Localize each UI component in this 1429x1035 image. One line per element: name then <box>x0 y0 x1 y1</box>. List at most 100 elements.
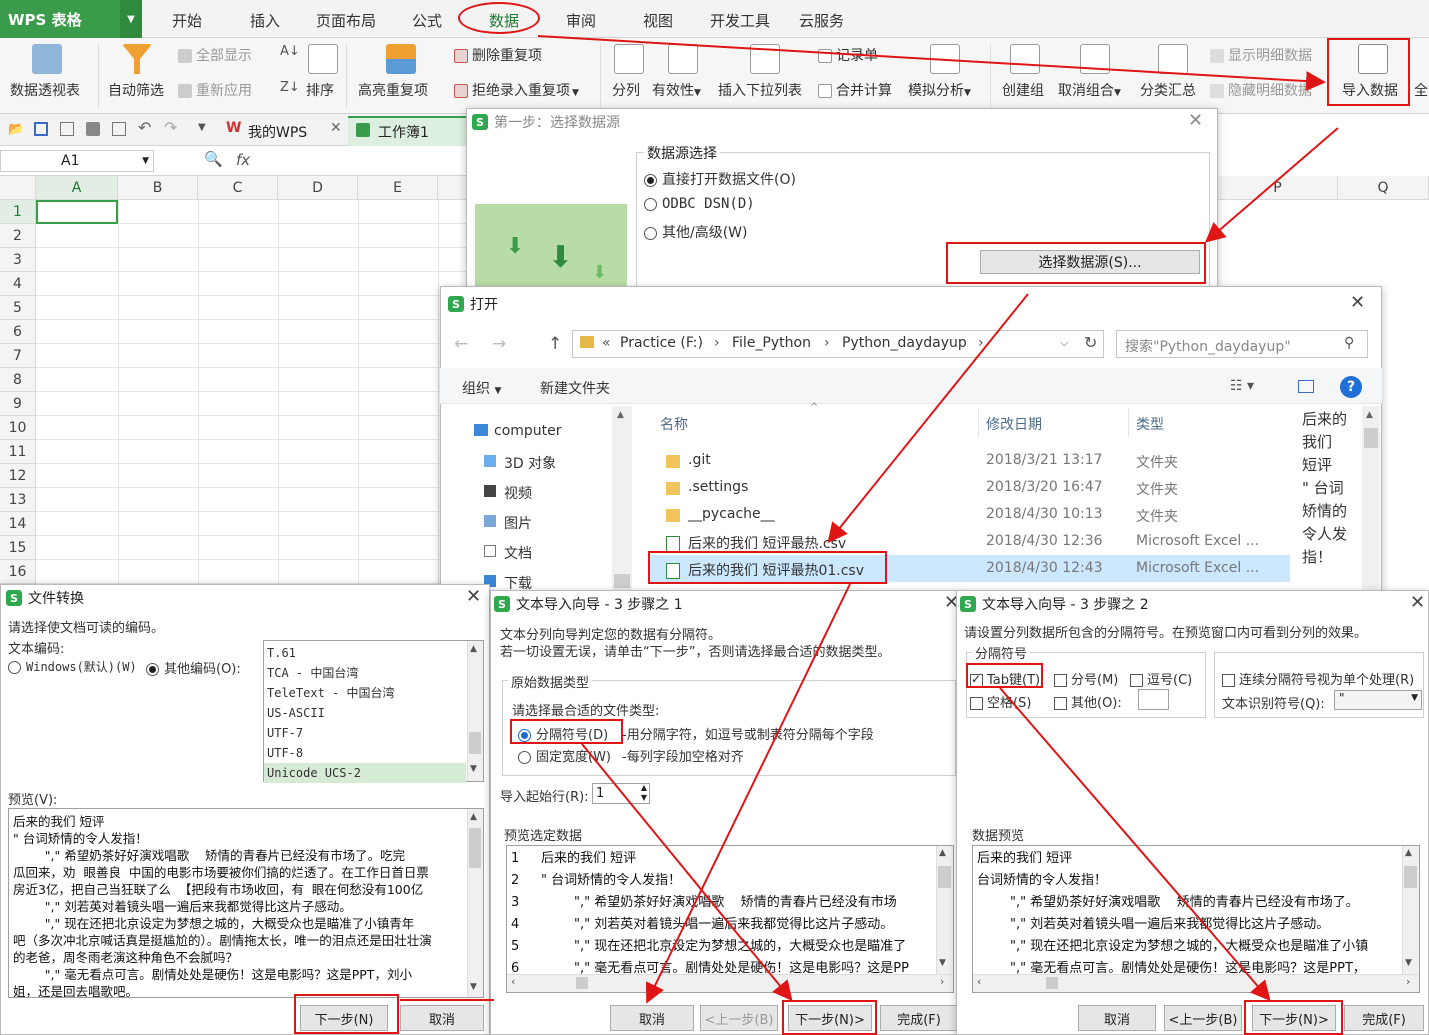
column-header-a[interactable]: A <box>36 176 118 200</box>
scroll-down-icon[interactable]: ▼ <box>939 958 946 968</box>
nav-computer[interactable]: computer <box>494 423 562 439</box>
encoding-option[interactable]: Unicode UCS-2 <box>264 763 466 783</box>
row-header[interactable]: 6 <box>0 320 36 344</box>
scroll-up-icon[interactable]: ▲ <box>939 848 946 858</box>
column-header-e[interactable]: E <box>358 176 438 200</box>
scroll-down-icon[interactable]: ▼ <box>470 982 477 992</box>
row-header[interactable]: 16 <box>0 560 36 584</box>
space-checkbox[interactable]: 空格(S) <box>970 692 1031 711</box>
validity-button[interactable]: 有效性▼ <box>652 80 701 100</box>
delete-duplicates-button[interactable]: 删除重复项 <box>454 45 542 65</box>
tab-formula[interactable]: 公式 <box>412 10 442 31</box>
encoding-option[interactable]: TeleText - 中国台湾 <box>264 683 466 703</box>
tab-insert[interactable]: 插入 <box>250 10 280 31</box>
consecutive-checkbox[interactable]: 连续分隔符号视为单个处理(R) <box>1222 669 1414 688</box>
wizard1-preview-hscroll[interactable] <box>507 974 953 992</box>
new-folder-button[interactable]: 新建文件夹 <box>540 378 610 398</box>
hide-detail-button[interactable]: 隐藏明细数据 <box>1210 80 1312 100</box>
sheet-grid[interactable] <box>0 176 470 586</box>
print-icon[interactable] <box>86 122 100 136</box>
nav-documents[interactable]: 文档 <box>504 543 532 563</box>
sort-asc-icon[interactable]: A↓ <box>280 44 300 59</box>
highlight-duplicates-button[interactable]: 高亮重复项 <box>358 80 428 100</box>
split-column-button[interactable]: 分列 <box>612 80 640 100</box>
row-header[interactable]: 7 <box>0 344 36 368</box>
path-overflow[interactable]: « <box>602 335 611 351</box>
tab-my-wps[interactable]: 我的WPS <box>248 122 307 142</box>
row-header[interactable]: 8 <box>0 368 36 392</box>
nav-scrollbar[interactable] <box>612 406 632 592</box>
column-header-c[interactable]: C <box>198 176 278 200</box>
path-drive[interactable]: Practice (F:) <box>620 335 703 351</box>
wizard1-cancel-button[interactable]: 取消 <box>610 1005 694 1031</box>
back-icon[interactable]: ← <box>454 334 468 354</box>
scroll-up-icon[interactable]: ▲ <box>470 644 477 654</box>
tab-page-layout[interactable]: 页面布局 <box>316 10 376 31</box>
start-row-input[interactable]: 1 ▲ ▼ <box>592 783 650 804</box>
file-name[interactable]: .git <box>688 452 711 468</box>
reapply-button[interactable]: 重新应用 <box>178 80 252 100</box>
option-open-file[interactable]: 直接打开数据文件(O) <box>644 169 796 189</box>
encoding-scroll-thumb[interactable] <box>469 732 481 754</box>
file-name[interactable]: 后来的我们 短评最热.csv <box>688 533 846 553</box>
address-dropdown-icon[interactable]: ⌵ <box>1060 336 1068 350</box>
scroll-left-icon[interactable]: ‹ <box>511 975 515 988</box>
nav-pictures[interactable]: 图片 <box>504 513 532 533</box>
step1-close-icon[interactable]: ✕ <box>1188 110 1203 131</box>
option-fixed-width[interactable]: 固定宽度(W) <box>518 746 611 765</box>
wizard2-vscroll-thumb[interactable] <box>1404 866 1417 888</box>
file-name[interactable]: .settings <box>688 479 748 495</box>
wizard1-finish-button[interactable]: 完成(F) <box>880 1005 958 1031</box>
conversion-close-icon[interactable]: ✕ <box>466 586 481 607</box>
export-pdf-icon[interactable] <box>60 122 74 136</box>
create-group-button[interactable]: 创建组 <box>1002 80 1044 100</box>
wizard1-vscroll-thumb[interactable] <box>938 866 951 888</box>
semicolon-checkbox[interactable]: 分号(M) <box>1054 669 1118 688</box>
sort-button[interactable]: 排序 <box>306 80 334 100</box>
help-icon[interactable]: ? <box>1340 376 1362 398</box>
wizard1-hscroll-thumb[interactable] <box>576 977 588 989</box>
file-list-scroll-thumb[interactable] <box>1364 428 1378 448</box>
column-header-b[interactable]: B <box>118 176 198 200</box>
refresh-icon[interactable]: ↻ <box>1084 333 1097 352</box>
tab-view[interactable]: 视图 <box>643 10 673 31</box>
tab-start[interactable]: 开始 <box>172 10 202 31</box>
column-header-d[interactable]: D <box>278 176 358 200</box>
ungroup-button[interactable]: 取消组合▼ <box>1058 80 1121 100</box>
row-header[interactable]: 14 <box>0 512 36 536</box>
encoding-list-scrollbar[interactable] <box>467 641 483 781</box>
file-name[interactable]: __pycache__ <box>688 506 775 522</box>
option-windows-encoding[interactable]: Windows(默认)(W) <box>8 658 137 675</box>
save-icon[interactable] <box>34 122 48 136</box>
function-icon[interactable]: fx <box>236 151 250 169</box>
scroll-right-icon[interactable]: › <box>1406 975 1410 988</box>
scroll-up-icon[interactable]: ▲ <box>470 812 477 822</box>
autofilter-button[interactable]: 自动筛选 <box>108 80 164 100</box>
scroll-down-icon[interactable]: ▼ <box>1405 958 1412 968</box>
reject-duplicates-button[interactable]: 拒绝录入重复项 ▼ <box>454 80 579 100</box>
up-folder-icon[interactable]: ↑ <box>548 334 562 354</box>
zoom-icon[interactable]: 🔍 <box>204 150 223 168</box>
show-detail-button[interactable]: 显示明细数据 <box>1210 45 1312 65</box>
conversion-scroll-thumb[interactable] <box>469 828 481 868</box>
scroll-up-icon[interactable]: ▲ <box>1366 410 1373 420</box>
scroll-left-icon[interactable]: ‹ <box>977 975 981 988</box>
encoding-option[interactable]: US-ASCII <box>264 703 466 723</box>
wizard2-prev-button[interactable]: <上一步(B) <box>1164 1005 1242 1031</box>
column-type[interactable]: 类型 <box>1136 414 1164 434</box>
column-header-p[interactable]: P <box>1218 176 1338 200</box>
option-other-encoding[interactable]: 其他编码(O): <box>146 658 241 677</box>
row-header[interactable]: 9 <box>0 392 36 416</box>
redo-icon[interactable]: ↷ <box>164 118 177 137</box>
organize-button[interactable]: 组织 ▼ <box>462 378 501 398</box>
conversion-cancel-button[interactable]: 取消 <box>400 1005 484 1031</box>
tab-cloud[interactable]: 云服务 <box>799 10 844 31</box>
column-date[interactable]: 修改日期 <box>986 414 1042 434</box>
qat-more-icon[interactable]: ▼ <box>198 122 206 133</box>
search-input[interactable]: 搜索"Python_daydayup" <box>1116 330 1368 358</box>
close-tab-icon[interactable]: ✕ <box>330 120 342 136</box>
nav-scroll-thumb[interactable] <box>614 574 630 588</box>
scroll-up-icon[interactable]: ▲ <box>617 410 624 420</box>
ribbon-overflow-label[interactable]: 全 <box>1414 80 1428 100</box>
forward-icon[interactable]: → <box>492 334 506 354</box>
